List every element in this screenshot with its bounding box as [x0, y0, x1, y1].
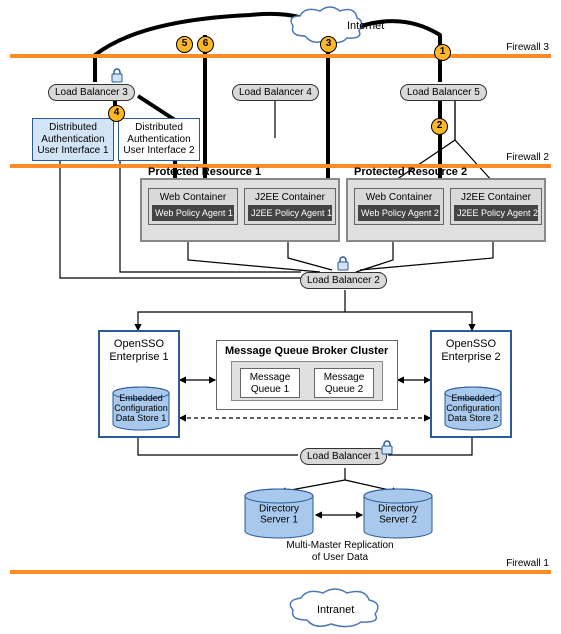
opensso-2-label: OpenSSO Enterprise 2 — [432, 332, 510, 366]
opensso-1: OpenSSO Enterprise 1 Embedded Configurat… — [98, 330, 180, 438]
pr2-web-container: Web Container Web Policy Agent 2 — [354, 188, 444, 225]
pr2-web-container-label: Web Container — [355, 189, 443, 205]
load-balancer-3: Load Balancer 3 — [48, 84, 135, 101]
opensso-1-label: OpenSSO Enterprise 1 — [100, 332, 178, 366]
step-badge-3: 3 — [320, 36, 337, 53]
daui-2-label: Distributed Authentication User Interfac… — [122, 122, 196, 157]
protected-resource-1-title: Protected Resource 1 — [148, 166, 261, 178]
pr1-web-agent: Web Policy Agent 1 — [152, 205, 234, 221]
pr1-web-container-label: Web Container — [149, 189, 237, 205]
pr2-j2ee-agent: J2EE Policy Agent 2 — [454, 205, 538, 221]
lock-icon — [110, 68, 124, 84]
load-balancer-1: Load Balancer 1 — [300, 448, 387, 465]
step-badge-5: 5 — [176, 36, 193, 53]
pr1-j2ee-container: J2EE Container J2EE Policy Agent 1 — [244, 188, 336, 225]
load-balancer-5: Load Balancer 5 — [400, 84, 487, 101]
firewall-3-label: Firewall 3 — [506, 42, 549, 53]
load-balancer-2: Load Balancer 2 — [300, 272, 387, 289]
load-balancer-4: Load Balancer 4 — [232, 84, 319, 101]
firewall-2-label: Firewall 2 — [506, 152, 549, 163]
step-badge-6: 6 — [197, 36, 214, 53]
firewall-3-line — [10, 54, 551, 58]
intranet-cloud: Intranet — [285, 588, 385, 630]
firewall-1-line — [10, 570, 551, 574]
opensso-1-store: Embedded Configuration Data Store 1 — [111, 386, 171, 432]
lock-icon — [336, 256, 350, 272]
mq-broker-cluster: Message Queue Broker Cluster Message Que… — [216, 340, 398, 410]
step-badge-1: 1 — [434, 44, 451, 61]
firewall-1-label: Firewall 1 — [506, 558, 549, 569]
step-badge-4: 4 — [108, 105, 125, 122]
internet-label: Internet — [347, 20, 384, 32]
opensso-2-store: Embedded Configuration Data Store 2 — [443, 386, 503, 432]
replication-caption: Multi-Master Replicationof User Data — [270, 540, 410, 564]
daui-1-label: Distributed Authentication User Interfac… — [36, 122, 110, 157]
pr1-j2ee-container-label: J2EE Container — [245, 189, 335, 205]
directory-server-2-label: Directory Server 2 — [362, 503, 434, 525]
opensso-2: OpenSSO Enterprise 2 Embedded Configurat… — [430, 330, 512, 438]
firewall-2-line — [10, 164, 551, 168]
directory-server-1-label: Directory Server 1 — [243, 503, 315, 525]
intranet-label: Intranet — [317, 604, 354, 616]
mq-inner-group: Message Queue 1 Message Queue 2 — [231, 361, 383, 401]
lock-icon — [380, 440, 394, 456]
mq-1: Message Queue 1 — [240, 368, 300, 398]
pr1-j2ee-agent: J2EE Policy Agent 1 — [248, 205, 332, 221]
mq-1-label: Message Queue 1 — [241, 372, 299, 396]
mq-2: Message Queue 2 — [314, 368, 374, 398]
pr2-j2ee-container: J2EE Container J2EE Policy Agent 2 — [450, 188, 542, 225]
pr1-web-container: Web Container Web Policy Agent 1 — [148, 188, 238, 225]
directory-server-1: Directory Server 1 — [243, 488, 315, 540]
opensso-2-store-label: Embedded Configuration Data Store 2 — [443, 395, 503, 425]
protected-resource-1: Protected Resource 1 Web Container Web P… — [140, 178, 340, 242]
daui-1: Distributed Authentication User Interfac… — [32, 118, 114, 161]
pr2-web-agent: Web Policy Agent 2 — [358, 205, 440, 221]
pr2-j2ee-container-label: J2EE Container — [451, 189, 541, 205]
step-badge-2: 2 — [431, 118, 448, 135]
mq-2-label: Message Queue 2 — [315, 372, 373, 396]
protected-resource-2-title: Protected Resource 2 — [354, 166, 467, 178]
directory-server-2: Directory Server 2 — [362, 488, 434, 540]
mq-broker-cluster-title: Message Queue Broker Cluster — [217, 341, 397, 357]
protected-resource-2: Protected Resource 2 Web Container Web P… — [346, 178, 546, 242]
opensso-1-store-label: Embedded Configuration Data Store 1 — [111, 395, 171, 425]
daui-2: Distributed Authentication User Interfac… — [118, 118, 200, 161]
